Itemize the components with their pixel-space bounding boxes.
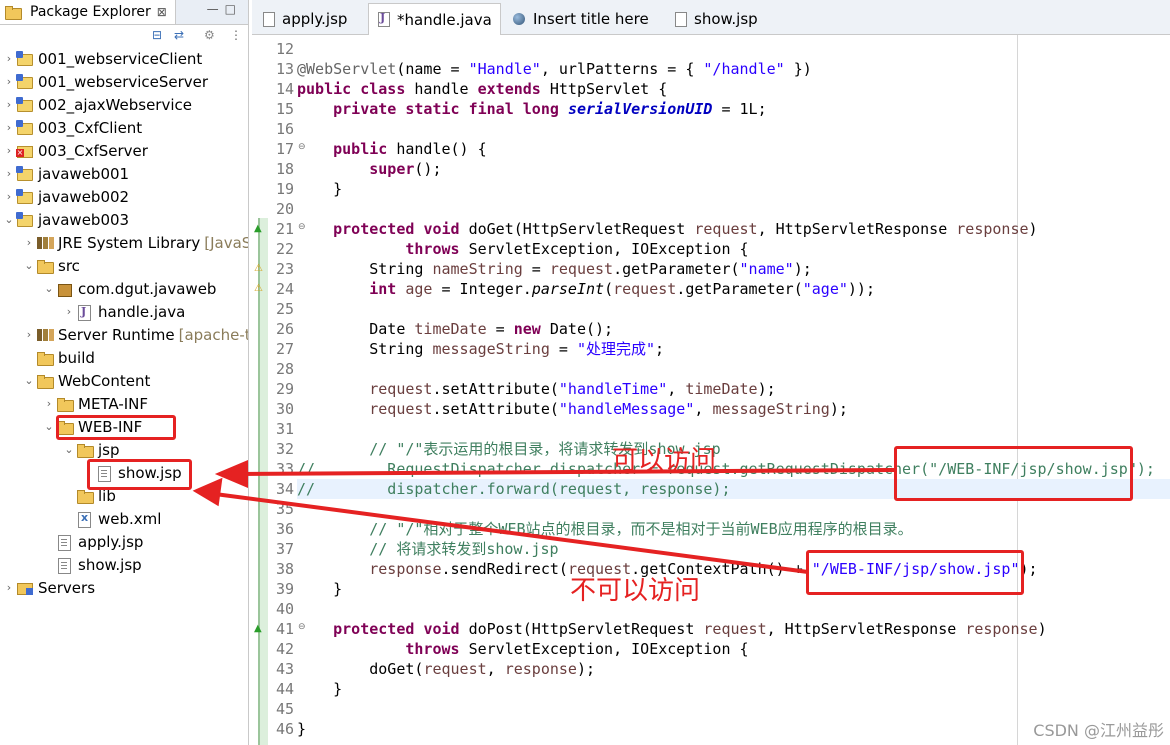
- annotation-overlay: [192, 459, 896, 574]
- highlight-box-web-inf: [56, 415, 176, 440]
- arrow-not-accessible-head: [192, 477, 223, 507]
- label-accessible: 可以访问: [612, 446, 717, 476]
- highlight-box-forward-path: [894, 446, 1133, 501]
- label-not-accessible: 不可以访问: [570, 576, 701, 606]
- arrow-not-accessible-line: [214, 492, 809, 574]
- highlight-box-redirect-path: [806, 550, 1024, 595]
- arrow-accessible-line: [239, 468, 896, 476]
- watermark: CSDN @江州益彤: [1033, 721, 1164, 740]
- highlight-box-show-jsp: [87, 459, 192, 490]
- arrow-accessible-head: [214, 459, 248, 489]
